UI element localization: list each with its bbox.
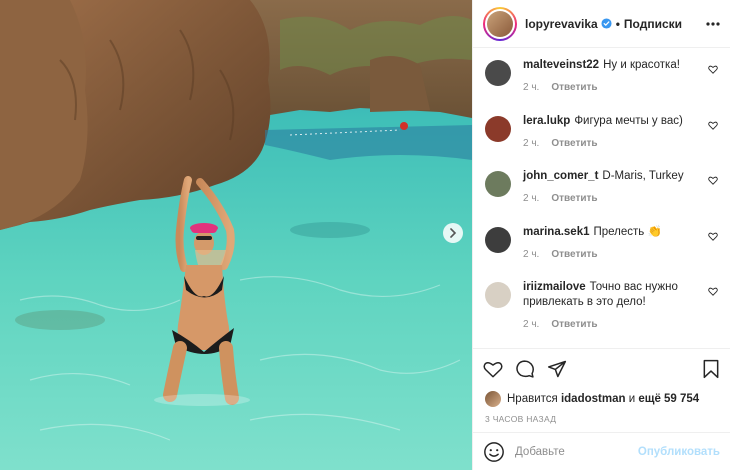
author-username[interactable]: lopyrevavika bbox=[525, 17, 598, 31]
share-button[interactable] bbox=[547, 359, 567, 379]
comment-username[interactable]: marina.sek1 bbox=[523, 226, 590, 238]
reply-button[interactable]: Ответить bbox=[551, 249, 597, 260]
comment-button[interactable] bbox=[515, 359, 535, 379]
comment-like-icon[interactable] bbox=[708, 232, 718, 241]
bookmark-icon bbox=[703, 359, 719, 378]
comment-avatar[interactable] bbox=[485, 171, 511, 197]
comment-time: 2 ч. bbox=[523, 319, 540, 330]
comment-avatar[interactable] bbox=[485, 226, 511, 253]
comment-text: Ну и красотка! bbox=[603, 59, 680, 71]
clapping-hands-emoji: 👏 bbox=[647, 225, 662, 238]
comment-username[interactable]: lera.lukp bbox=[523, 115, 570, 127]
liker-avatar bbox=[485, 391, 501, 407]
add-comment-bar: Опубликовать bbox=[473, 432, 730, 470]
instagram-post: lopyrevavika • Подписки malteveinst22 Ну … bbox=[0, 0, 730, 470]
comment-time: 2 ч. bbox=[523, 193, 540, 204]
comment-text: D-Maris, Turkey bbox=[602, 170, 684, 182]
more-options-icon[interactable] bbox=[706, 21, 720, 26]
likes-conjunction: и bbox=[628, 393, 636, 405]
comments-list: malteveinst22 Ну и красотка! 2 ч. Ответить… bbox=[473, 48, 730, 348]
comment-input[interactable] bbox=[515, 445, 635, 458]
likes-count[interactable]: ещё 59 754 bbox=[638, 393, 699, 405]
smiley-icon bbox=[484, 441, 504, 462]
comment-avatar[interactable] bbox=[485, 60, 511, 86]
comment-time: 2 ч. bbox=[523, 248, 540, 260]
comment-username[interactable]: malteveinst22 bbox=[523, 59, 599, 71]
paper-plane-icon bbox=[547, 360, 567, 377]
chevron-right-icon bbox=[450, 228, 457, 238]
save-button[interactable] bbox=[702, 359, 720, 379]
like-button[interactable] bbox=[483, 360, 503, 378]
comment-avatar[interactable] bbox=[485, 115, 511, 142]
header-separator: • bbox=[615, 16, 620, 31]
comment-time: 2 ч. bbox=[523, 137, 540, 149]
following-button[interactable]: Подписки bbox=[624, 17, 682, 31]
liker-username[interactable]: idadostman bbox=[561, 393, 626, 405]
reply-button[interactable]: Ответить bbox=[551, 319, 597, 330]
reply-button[interactable]: Ответить bbox=[551, 138, 597, 149]
comment-item: marina.sek1 Прелесть 👏 2 ч. Ответить bbox=[485, 225, 720, 281]
comment-like-icon[interactable] bbox=[708, 121, 718, 130]
publish-button[interactable]: Опубликовать bbox=[638, 446, 720, 458]
comment-time: 2 ч. bbox=[523, 82, 540, 93]
likes-prefix: Нравится bbox=[507, 393, 558, 405]
post-actions-bar bbox=[473, 348, 730, 388]
comment-like-icon[interactable] bbox=[708, 176, 718, 185]
comment-item: iriizmailove Точно вас нужно привлекать в… bbox=[485, 280, 720, 336]
comment-username[interactable]: john_comer_t bbox=[523, 170, 598, 182]
author-avatar[interactable] bbox=[483, 6, 517, 41]
post-header: lopyrevavika • Подписки bbox=[473, 0, 730, 48]
next-photo-button[interactable] bbox=[443, 223, 463, 243]
comment-bubble-icon bbox=[516, 359, 534, 378]
post-photo[interactable] bbox=[0, 0, 472, 470]
beach-photo bbox=[0, 0, 472, 470]
post-sidebar: lopyrevavika • Подписки malteveinst22 Ну … bbox=[472, 0, 730, 470]
likes-summary: Нравится idadostman и ещё 59 754 bbox=[473, 388, 730, 410]
comment-item: john_comer_t D-Maris, Turkey 2 ч. Ответить bbox=[485, 169, 720, 225]
emoji-button[interactable] bbox=[483, 441, 505, 463]
verified-badge-icon bbox=[601, 18, 612, 29]
comment-like-icon[interactable] bbox=[708, 65, 718, 74]
comment-avatar[interactable] bbox=[485, 282, 511, 308]
heart-icon bbox=[483, 361, 503, 378]
comment-text: Прелесть bbox=[593, 225, 645, 238]
comment-like-icon[interactable] bbox=[708, 287, 718, 296]
comment-item: lera.lukp Фигура мечты у вас) 2 ч. Ответит… bbox=[485, 114, 720, 170]
reply-button[interactable]: Ответить bbox=[551, 193, 597, 204]
reply-button[interactable]: Ответить bbox=[551, 82, 597, 93]
post-timestamp[interactable]: 3 ЧАСОВ НАЗАД bbox=[473, 410, 730, 432]
comment-item: malteveinst22 Ну и красотка! 2 ч. Ответить bbox=[485, 58, 720, 114]
comment-text: Фигура мечты у вас) bbox=[574, 114, 683, 127]
comment-username[interactable]: iriizmailove bbox=[523, 281, 586, 293]
